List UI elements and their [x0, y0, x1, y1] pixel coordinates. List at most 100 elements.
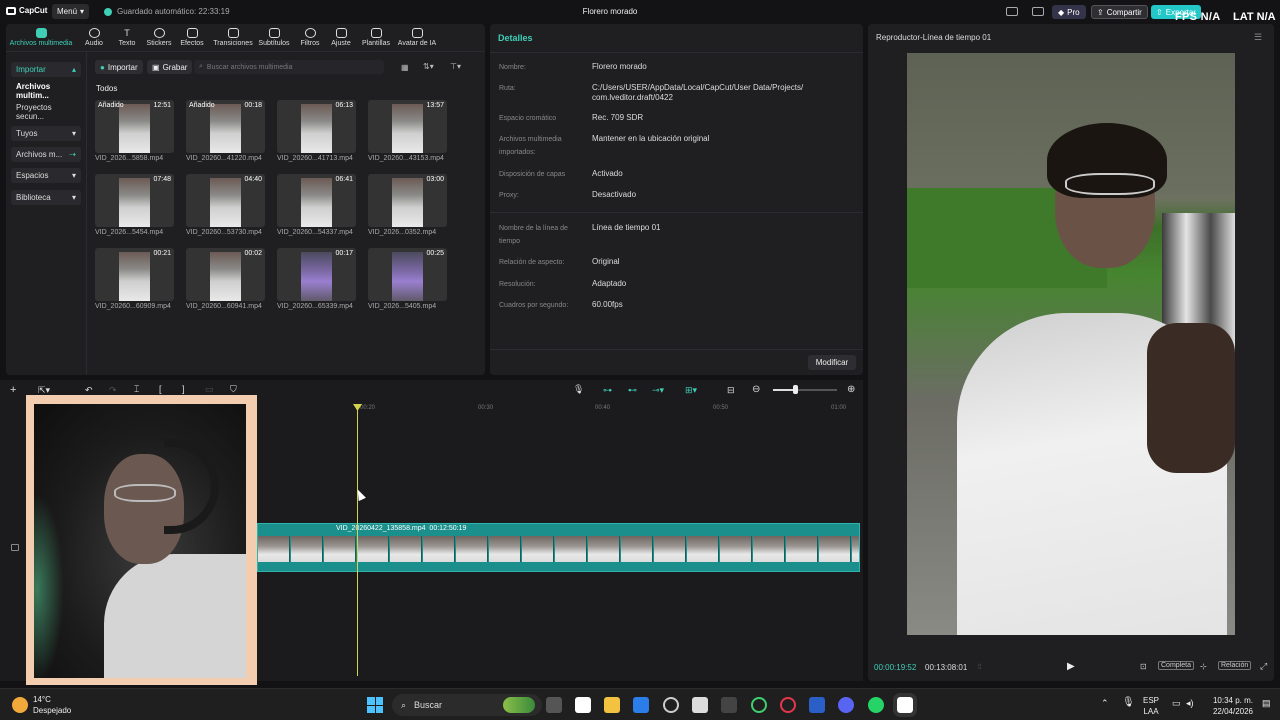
- microphone-icon[interactable]: 🎙︎: [1122, 697, 1135, 708]
- media-thumbnail[interactable]: 04:40: [186, 174, 265, 227]
- media-thumbnail[interactable]: 12:51 Añadido: [95, 100, 174, 153]
- sidebar-item-subprojects[interactable]: Proyectos secun...: [11, 103, 81, 121]
- app-icon[interactable]: [721, 697, 737, 713]
- tool-effects[interactable]: Efectos: [170, 28, 214, 47]
- media-item[interactable]: 04:40 VID_20260...53730.mp4: [186, 174, 265, 236]
- caption-icon[interactable]: ⊟: [727, 385, 735, 396]
- app-icon[interactable]: [751, 697, 767, 713]
- zoom-slider-handle[interactable]: [793, 385, 798, 394]
- pro-button[interactable]: ◆ Pro: [1052, 5, 1086, 19]
- zoom-slider[interactable]: [773, 389, 837, 391]
- fullscreen-icon[interactable]: ⤢: [1260, 661, 1267, 672]
- link-tracks-icon[interactable]: ⊶: [603, 385, 612, 396]
- media-item[interactable]: 06:41 VID_20260...54337.mp4: [277, 174, 356, 236]
- media-search[interactable]: ⌕ Buscar archivos multimedia: [194, 60, 384, 74]
- tool-transitions[interactable]: Transiciones: [209, 28, 257, 47]
- notification-icon[interactable]: ▤: [1262, 698, 1271, 709]
- network-icon[interactable]: ▭: [1172, 698, 1181, 709]
- app-icon[interactable]: [663, 697, 679, 713]
- task-view-icon[interactable]: [546, 697, 562, 713]
- media-thumbnail[interactable]: 00:02: [186, 248, 265, 301]
- sidebar-item-import[interactable]: Importar ▴: [11, 62, 81, 77]
- zoom-out-icon[interactable]: ⊖: [752, 384, 760, 395]
- media-item[interactable]: 00:02 VID_20260...60941.mp4: [186, 248, 265, 310]
- shield-icon[interactable]: ⛉: [230, 384, 237, 395]
- media-thumbnail[interactable]: 00:25: [368, 248, 447, 301]
- grid-view-icon[interactable]: ▦: [401, 63, 409, 72]
- video-preview[interactable]: [907, 53, 1235, 635]
- discord-icon[interactable]: [838, 697, 854, 713]
- playhead[interactable]: [357, 404, 358, 676]
- whatsapp-icon[interactable]: [868, 697, 884, 713]
- media-thumbnail[interactable]: 06:41: [277, 174, 356, 227]
- filter-icon[interactable]: ⊤▾: [450, 62, 461, 71]
- split-screen-icon[interactable]: ⊞▾: [685, 385, 697, 396]
- capcut-active-icon[interactable]: [893, 693, 917, 717]
- volume-icon[interactable]: ◂): [1186, 698, 1194, 709]
- clock[interactable]: 10:34 p. m. 22/04/2026: [1207, 695, 1253, 717]
- preview-axis-icon[interactable]: ⊸▾: [652, 385, 664, 396]
- sidebar-item-media-files[interactable]: Archivos m... ⇢: [11, 147, 81, 162]
- menu-icon[interactable]: ☰: [1254, 32, 1262, 43]
- media-thumbnail[interactable]: 03:00: [368, 174, 447, 227]
- sidebar-item-yours[interactable]: Tuyos ▾: [11, 126, 81, 141]
- tool-ai-avatar[interactable]: Avatar de IA: [392, 28, 442, 47]
- media-thumbnail[interactable]: 00:18 Añadido: [186, 100, 265, 153]
- media-thumbnail[interactable]: 07:48: [95, 174, 174, 227]
- media-item[interactable]: 00:25 VID_2026...5405.mp4: [368, 248, 447, 310]
- modify-button[interactable]: Modificar: [808, 355, 856, 370]
- record-button[interactable]: ▣ Grabar: [147, 60, 193, 74]
- media-item[interactable]: 13:57 VID_20260...43153.mp4: [368, 100, 447, 162]
- search-highlight-icon[interactable]: [503, 697, 535, 713]
- tray-chevron-icon[interactable]: ⌃: [1101, 698, 1109, 709]
- video-clip[interactable]: VID_20260422_135858.mp4 00:12:50:19: [257, 523, 860, 572]
- media-item[interactable]: 06:13 VID_20260...41713.mp4: [277, 100, 356, 162]
- trim-left-icon[interactable]: [: [159, 384, 162, 394]
- ratio-button[interactable]: Relación: [1218, 661, 1252, 670]
- media-item[interactable]: 07:48 VID_2026...5454.mp4: [95, 174, 174, 236]
- shortcuts-icon[interactable]: [1032, 7, 1044, 16]
- media-item[interactable]: 00:17 VID_20260...65339.mp4: [277, 248, 356, 310]
- tool-label: Texto: [118, 40, 136, 47]
- media-thumbnail[interactable]: 13:57: [368, 100, 447, 153]
- import-button[interactable]: ● Importar: [95, 60, 143, 74]
- sidebar-item-spaces[interactable]: Espacios ▾: [11, 168, 81, 183]
- start-icon[interactable]: [367, 697, 383, 713]
- add-icon[interactable]: +: [10, 384, 16, 396]
- media-item[interactable]: 00:18 Añadido VID_20260...41220.mp4: [186, 100, 265, 162]
- play-icon[interactable]: ▶: [1067, 661, 1075, 672]
- opera-icon[interactable]: [780, 697, 796, 713]
- language-indicator[interactable]: ESP LAA: [1143, 695, 1159, 717]
- tool-media[interactable]: Archivos multimedia: [6, 28, 76, 47]
- trim-right-icon[interactable]: ]: [182, 384, 185, 394]
- app-icon[interactable]: [809, 697, 825, 713]
- focus-icon[interactable]: ⊹: [1200, 662, 1207, 671]
- zoom-in-icon[interactable]: ⊕: [847, 384, 855, 395]
- menu-button[interactable]: Menú ▾: [52, 4, 90, 19]
- delete-icon[interactable]: ▭: [205, 384, 214, 395]
- weather-widget[interactable]: 14°C Despejado: [33, 694, 71, 716]
- media-item[interactable]: 12:51 Añadido VID_2026...5858.mp4: [95, 100, 174, 162]
- sort-icon[interactable]: ⇅▾: [423, 62, 434, 71]
- store-icon[interactable]: [633, 697, 649, 713]
- snapshot-icon[interactable]: ⊡: [1140, 662, 1147, 671]
- magnet-icon[interactable]: ⊷: [628, 385, 637, 396]
- full-button[interactable]: Completa: [1158, 661, 1194, 670]
- layout-icon[interactable]: [1006, 7, 1018, 16]
- share-button[interactable]: ⇪ Compartir: [1091, 5, 1148, 19]
- split-icon[interactable]: ⌶: [134, 384, 139, 395]
- time-ruler[interactable]: 00:20 00:30 00:40 00:50 01:00: [258, 403, 862, 415]
- sidebar-item-media[interactable]: Archivos multim...: [11, 82, 81, 100]
- media-thumbnail[interactable]: 06:13: [277, 100, 356, 153]
- timeline-list-icon[interactable]: ⦙⦙: [978, 664, 981, 672]
- file-explorer-icon[interactable]: [604, 697, 620, 713]
- media-thumbnail[interactable]: 00:21: [95, 248, 174, 301]
- capcut-taskbar-icon[interactable]: [575, 697, 591, 713]
- media-thumbnail[interactable]: 00:17: [277, 248, 356, 301]
- track-cover-icon[interactable]: [11, 544, 19, 551]
- microphone-icon[interactable]: 🎙︎: [573, 384, 584, 395]
- sidebar-item-library[interactable]: Biblioteca ▾: [11, 190, 81, 205]
- media-item[interactable]: 00:21 VID_20260...60909.mp4: [95, 248, 174, 310]
- media-item[interactable]: 03:00 VID_2026...0352.mp4: [368, 174, 447, 236]
- snipping-icon[interactable]: [692, 697, 708, 713]
